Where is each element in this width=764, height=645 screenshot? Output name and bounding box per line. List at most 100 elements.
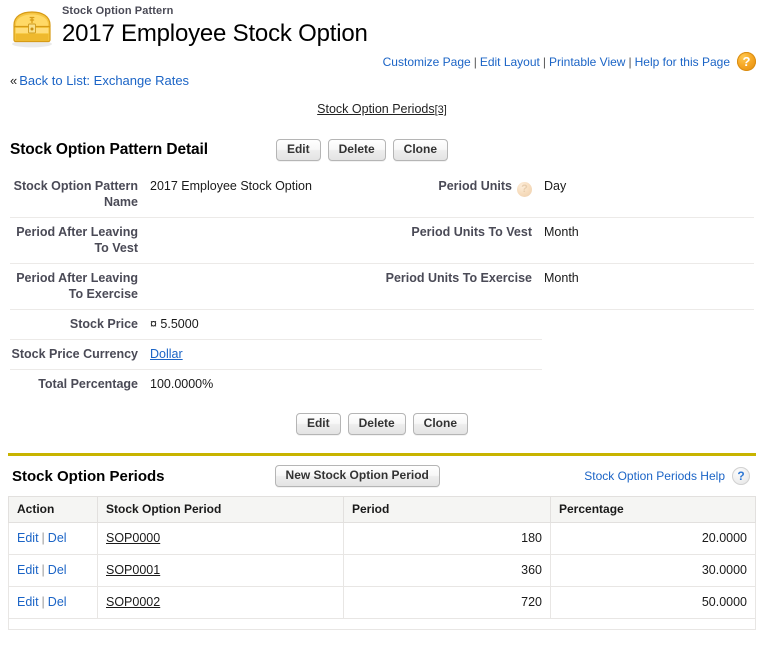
field-value-total-percentage: 100.0000% [148,370,382,400]
related-list-jump-links: Stock Option Periods[3] [0,102,764,120]
treasure-chest-icon [8,8,56,48]
breadcrumb: «Back to List: Exchange Rates [0,73,764,91]
detail-row-stock-price: Stock Price ¤ 5.5000 [10,310,754,340]
column-header-percentage: Percentage [551,497,756,523]
field-value-spacer [542,340,754,370]
field-value-stock-price: ¤ 5.5000 [148,310,382,340]
related-list-help: Stock Option Periods Help ? [584,467,750,485]
object-type-label: Stock Option Pattern [62,5,764,18]
jump-link-stock-option-periods[interactable]: Stock Option Periods [317,102,434,116]
field-label-stock-price: Stock Price [10,310,148,340]
row-actions: Edit|Del [9,523,98,555]
jump-link-count: [3] [435,104,447,116]
field-label-period-units-to-vest: Period Units To Vest [382,218,542,264]
cell-period: 720 [344,587,551,619]
detail-button-group-top: Edit Delete Clone [276,139,448,161]
detail-section-header: Stock Option Pattern Detail Edit Delete … [10,136,754,164]
field-value-spacer [542,370,754,400]
field-label-spacer [382,370,542,400]
field-value-pattern-name: 2017 Employee Stock Option [148,172,382,218]
field-help-icon-period-units[interactable]: ? [517,182,532,197]
back-arrow-icon: « [10,73,17,88]
printable-view-link[interactable]: Printable View [549,55,626,69]
table-row: Edit|Del SOP0002 720 50.0000 [9,587,756,619]
table-body: Edit|Del SOP0000 180 20.0000 Edit|Del SO… [9,523,756,619]
stock-option-period-link[interactable]: SOP0001 [106,563,160,577]
stock-option-period-link[interactable]: SOP0000 [106,531,160,545]
row-actions: Edit|Del [9,587,98,619]
stock-price-currency-link[interactable]: Dollar [150,347,183,361]
help-for-this-page-link[interactable]: Help for this Page [635,55,730,69]
edit-row-link[interactable]: Edit [17,563,39,577]
link-separator: | [474,55,477,69]
stock-option-period-link[interactable]: SOP0002 [106,595,160,609]
delete-button-bottom[interactable]: Delete [348,413,406,435]
table-header-row: Action Stock Option Period Period Percen… [9,497,756,523]
related-list-table: Action Stock Option Period Period Percen… [8,496,756,619]
cell-stock-option-period: SOP0002 [98,587,344,619]
edit-button-bottom[interactable]: Edit [296,413,341,435]
help-icon[interactable]: ? [737,52,756,71]
edit-button[interactable]: Edit [276,139,321,161]
field-value-period-units-to-vest: Month [542,218,754,264]
cell-percentage: 20.0000 [551,523,756,555]
delete-button[interactable]: Delete [328,139,386,161]
detail-field-table: Stock Option Pattern Name 2017 Employee … [10,172,754,399]
cell-percentage: 30.0000 [551,555,756,587]
delete-row-link[interactable]: Del [48,595,67,609]
row-actions: Edit|Del [9,555,98,587]
detail-row-period-after-leaving-exercise: Period After Leaving To Exercise Period … [10,264,754,310]
page-action-links: Customize Page | Edit Layout | Printable… [383,52,756,71]
field-label-period-after-leaving-to-exercise: Period After Leaving To Exercise [10,264,148,310]
field-value-spacer [542,310,754,340]
field-value-period-after-leaving-to-exercise [148,264,382,310]
related-list-footer [8,619,756,630]
detail-section-title: Stock Option Pattern Detail [10,141,208,159]
action-separator: | [42,531,45,545]
field-value-period-units-to-exercise: Month [542,264,754,310]
field-label-total-percentage: Total Percentage [10,370,148,400]
table-row: Edit|Del SOP0001 360 30.0000 [9,555,756,587]
help-icon[interactable]: ? [732,467,750,485]
clone-button[interactable]: Clone [393,139,448,161]
column-header-period: Period [344,497,551,523]
link-separator: | [628,55,631,69]
field-label-pattern-name: Stock Option Pattern Name [10,172,148,218]
edit-layout-link[interactable]: Edit Layout [480,55,540,69]
edit-row-link[interactable]: Edit [17,531,39,545]
cell-period: 180 [344,523,551,555]
field-label-stock-price-currency: Stock Price Currency [10,340,148,370]
column-header-stock-option-period: Stock Option Period [98,497,344,523]
title-block: Stock Option Pattern 2017 Employee Stock… [62,4,764,48]
detail-row-pattern-name: Stock Option Pattern Name 2017 Employee … [10,172,754,218]
table-row: Edit|Del SOP0000 180 20.0000 [9,523,756,555]
page-header: Stock Option Pattern 2017 Employee Stock… [0,0,764,52]
action-separator: | [42,563,45,577]
cell-period: 360 [344,555,551,587]
related-list-header: Stock Option Periods New Stock Option Pe… [8,456,756,496]
back-to-list-link[interactable]: Back to List: Exchange Rates [19,73,189,88]
column-header-action: Action [9,497,98,523]
detail-section: Stock Option Pattern Detail Edit Delete … [0,136,764,435]
page-title: 2017 Employee Stock Option [62,19,764,48]
detail-row-period-after-leaving-vest: Period After Leaving To Vest Period Unit… [10,218,754,264]
link-separator: | [543,55,546,69]
clone-button-bottom[interactable]: Clone [413,413,468,435]
field-label-spacer [382,340,542,370]
edit-row-link[interactable]: Edit [17,595,39,609]
detail-button-group-bottom: Edit Delete Clone [10,413,754,435]
field-value-stock-price-currency: Dollar [148,340,382,370]
delete-row-link[interactable]: Del [48,563,67,577]
related-list-section: Stock Option Periods New Stock Option Pe… [0,453,764,630]
new-stock-option-period-button[interactable]: New Stock Option Period [275,465,440,487]
customize-page-link[interactable]: Customize Page [383,55,471,69]
field-label-spacer [382,310,542,340]
action-separator: | [42,595,45,609]
related-list-panel: Stock Option Periods New Stock Option Pe… [8,453,756,630]
stock-option-periods-help-link[interactable]: Stock Option Periods Help [584,469,725,483]
field-value-period-after-leaving-to-vest [148,218,382,264]
field-label-period-after-leaving-to-vest: Period After Leaving To Vest [10,218,148,264]
delete-row-link[interactable]: Del [48,531,67,545]
field-label-period-units-text: Period Units [438,179,512,193]
cell-stock-option-period: SOP0001 [98,555,344,587]
